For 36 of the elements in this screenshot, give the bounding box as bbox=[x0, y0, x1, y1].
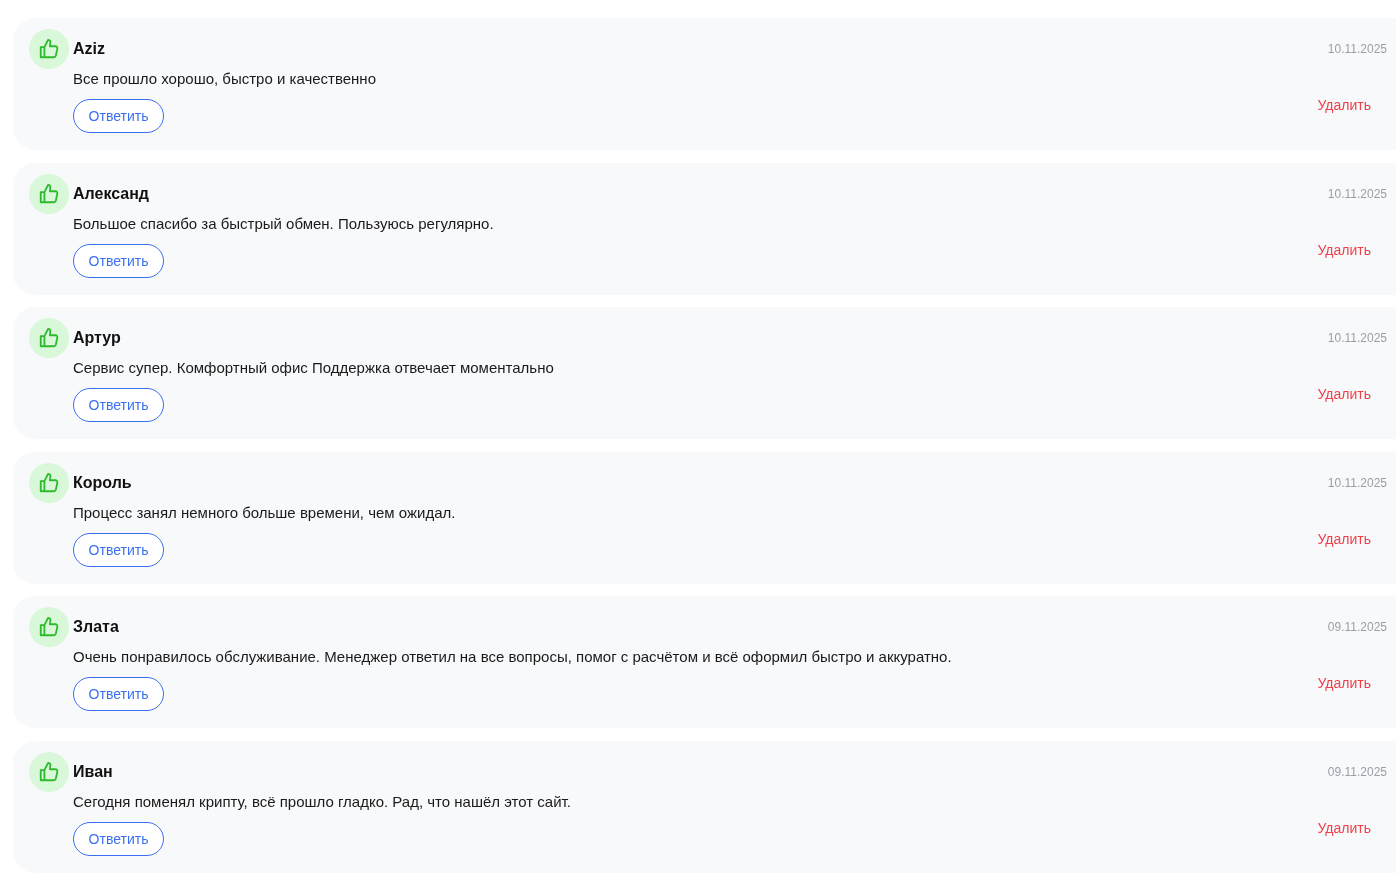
author-name: Артур bbox=[73, 329, 121, 347]
reply-button[interactable]: Ответить bbox=[73, 532, 164, 567]
delete-link[interactable]: Удалить bbox=[1317, 241, 1371, 258]
review-text: Сегодня поменял крипту, всё прошло гладко. Рад, что нашёл этот сайт. bbox=[73, 792, 572, 810]
review-text: Большое спасибо за быстрый обмен. Пользуюсь регулярно. bbox=[73, 214, 495, 232]
thumbs-up-icon bbox=[29, 318, 69, 358]
author-name: Александ bbox=[73, 184, 149, 203]
review-text: Процесс занял немного больше времени, чем ожидал. bbox=[73, 503, 457, 521]
reply-button[interactable]: Ответить bbox=[73, 821, 164, 856]
thumbs-up-icon bbox=[29, 607, 69, 647]
delete-link[interactable]: Удалить bbox=[1317, 675, 1371, 691]
review-date: 10.11.2025 bbox=[1327, 475, 1387, 490]
review-date: 09.11.2025 bbox=[1327, 620, 1387, 634]
thumbs-up-icon bbox=[29, 462, 69, 503]
review-date: 10.11.2025 bbox=[1327, 331, 1387, 345]
author-name: Король bbox=[73, 473, 132, 492]
review-text: Очень понравилось обслуживание. Менеджер ответил на все вопросы, помог с расчётом и всё оформил быстро и аккуратно. bbox=[73, 648, 953, 665]
author-name: Злата bbox=[73, 618, 119, 636]
delete-link[interactable]: Удалить bbox=[1317, 386, 1371, 402]
reply-button[interactable]: Ответить bbox=[73, 99, 164, 133]
delete-link[interactable]: Удалить bbox=[1317, 819, 1371, 836]
review-text: Все прошло хорошо, быстро и качественно bbox=[73, 70, 377, 87]
review-date: 09.11.2025 bbox=[1327, 764, 1387, 779]
author-name: Aziz bbox=[73, 40, 105, 58]
review-date: 10.11.2025 bbox=[1327, 186, 1387, 201]
reply-button[interactable]: Ответить bbox=[73, 388, 164, 422]
review-text: Сервис супер. Комфортный офис Поддержка отвечает моментально bbox=[73, 359, 555, 376]
review-date: 10.11.2025 bbox=[1327, 42, 1387, 56]
delete-link[interactable]: Удалить bbox=[1317, 97, 1371, 113]
thumbs-up-icon bbox=[29, 29, 69, 69]
delete-link[interactable]: Удалить bbox=[1317, 530, 1371, 547]
reply-button[interactable]: Ответить bbox=[73, 677, 164, 711]
thumbs-up-icon bbox=[29, 751, 69, 792]
reply-button[interactable]: Ответить bbox=[73, 243, 164, 278]
thumbs-up-icon bbox=[29, 173, 69, 214]
author-name: Иван bbox=[73, 762, 113, 781]
